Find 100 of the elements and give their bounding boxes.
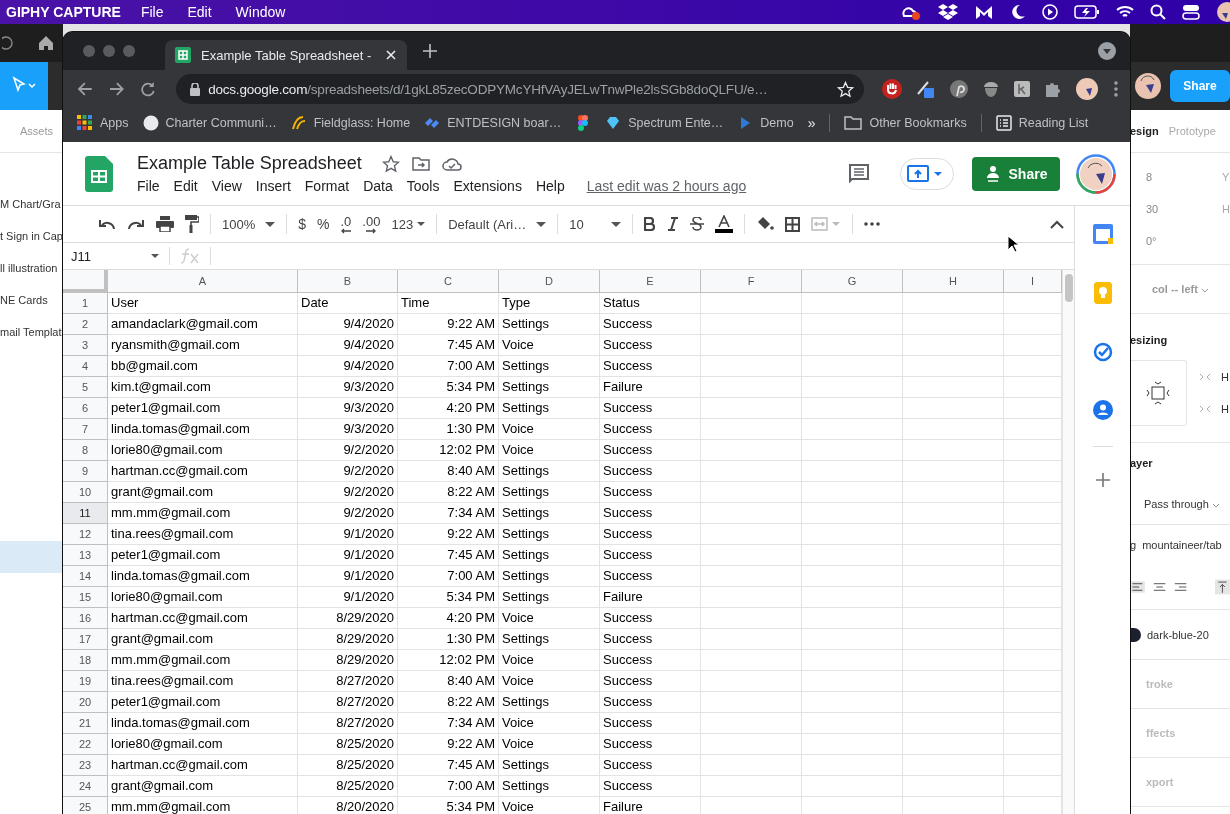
percent-format-button[interactable]: % (317, 216, 330, 232)
row-number[interactable]: 12 (63, 524, 108, 545)
align-top-icon[interactable] (1215, 577, 1230, 596)
avatar-icon[interactable] (1216, 1, 1230, 23)
text-color-icon[interactable] (715, 215, 734, 233)
column-header[interactable]: D (499, 270, 600, 293)
row-number[interactable]: 15 (63, 587, 108, 608)
layer-item[interactable]: M Chart/Gra (0, 188, 63, 220)
text-style-name[interactable]: mountaineer/tab (1142, 538, 1222, 551)
row-number[interactable]: 5 (63, 377, 108, 398)
reading-list-button[interactable]: Reading List (995, 115, 1089, 131)
column-header[interactable]: C (398, 270, 499, 293)
undo-icon[interactable] (98, 218, 116, 230)
corner-cell[interactable] (63, 270, 108, 293)
bookmark-folder[interactable]: Other Bookmarks (844, 116, 967, 130)
add-icon[interactable] (1096, 473, 1110, 487)
menu-item[interactable]: Extensions (453, 178, 522, 194)
bookmark[interactable]: Fieldglass: Home (290, 115, 411, 131)
bookmark[interactable]: Demo (737, 115, 794, 131)
zoom-select[interactable]: 100% (222, 216, 276, 232)
browser-tab[interactable]: Example Table Spreadsheet - (165, 40, 407, 70)
reload-icon[interactable] (140, 81, 157, 97)
row-number[interactable]: 3 (63, 335, 108, 356)
number-format-select[interactable]: 123 (391, 216, 426, 232)
menu-item[interactable]: Help (535, 178, 565, 194)
bookmark[interactable]: Apps (77, 115, 129, 131)
layer-item[interactable]: mail Templat (0, 316, 63, 348)
menu-item[interactable]: File (137, 178, 160, 194)
row-number[interactable]: 1 (63, 293, 108, 314)
menu-item[interactable]: Format (304, 178, 350, 194)
blend-mode-select[interactable]: Pass through (1130, 497, 1230, 510)
layer-item[interactable]: NE Cards (0, 284, 63, 316)
row-number[interactable]: 10 (63, 482, 108, 503)
home-icon[interactable] (38, 35, 54, 51)
close-icon[interactable] (385, 49, 397, 61)
window-button[interactable] (103, 45, 115, 57)
row-number[interactable]: 21 (63, 713, 108, 734)
row-number[interactable]: 13 (63, 545, 108, 566)
redo-icon[interactable] (127, 218, 145, 230)
menu-item[interactable]: Tools (406, 178, 440, 194)
row-number[interactable]: 19 (63, 671, 108, 692)
forward-icon[interactable] (108, 81, 125, 97)
row-number[interactable]: 14 (63, 566, 108, 587)
row-number[interactable]: 7 (63, 419, 108, 440)
panel-tab[interactable]: esign (1130, 125, 1159, 137)
merge-cells-icon[interactable] (811, 217, 842, 231)
toggle-icon[interactable] (1182, 4, 1200, 20)
bookmark[interactable]: Spectrum Ente… (605, 115, 724, 131)
rotation-value[interactable]: 0° (1146, 235, 1222, 247)
layer-item[interactable]: ll illustration (0, 252, 63, 284)
puzzle-icon[interactable] (1044, 80, 1063, 98)
pin-logo-icon[interactable] (950, 80, 969, 98)
row-number[interactable]: 16 (63, 608, 108, 629)
extension-icon[interactable] (1014, 81, 1031, 97)
acorn-icon[interactable] (982, 80, 1001, 98)
avatar-icon[interactable] (1135, 73, 1161, 99)
font-size-select[interactable]: 10 (569, 216, 622, 232)
row-number[interactable]: 18 (63, 650, 108, 671)
star-icon[interactable] (381, 154, 400, 173)
decrease-decimal-button[interactable]: .0 (340, 214, 352, 234)
italic-icon[interactable] (667, 217, 680, 231)
row-number[interactable]: 24 (63, 776, 108, 797)
column-header[interactable]: G (802, 270, 903, 293)
menu-item[interactable]: File (140, 4, 164, 20)
tasks-icon[interactable] (1093, 342, 1113, 362)
row-number[interactable]: 6 (63, 398, 108, 419)
avatar-icon[interactable] (1076, 78, 1099, 100)
row-number[interactable]: 11 (63, 503, 108, 524)
x-value[interactable]: 8 (1146, 171, 1222, 183)
comment-icon[interactable] (848, 162, 870, 185)
menu-item[interactable]: Insert (255, 178, 291, 194)
collapse-icon[interactable] (1050, 219, 1064, 229)
share-button[interactable]: Share (972, 156, 1060, 191)
more-icon[interactable] (1114, 81, 1118, 97)
wifi-icon[interactable] (1116, 5, 1134, 19)
fill-color-icon[interactable] (756, 216, 775, 232)
menu-item[interactable]: Edit (187, 4, 212, 20)
bookmark[interactable]: ENTDESIGN boar… (424, 115, 562, 131)
currency-format-button[interactable]: $ (298, 216, 307, 232)
play-icon[interactable] (1042, 4, 1058, 20)
calendar-icon[interactable] (1093, 224, 1113, 244)
cloud-check-icon[interactable] (441, 156, 462, 171)
row-number[interactable]: 4 (63, 356, 108, 377)
row-number[interactable]: 9 (63, 461, 108, 482)
search-icon[interactable] (1150, 4, 1166, 20)
window-button[interactable] (123, 45, 135, 57)
dropbox-icon[interactable] (938, 3, 958, 21)
increase-decimal-button[interactable]: .00 (362, 214, 381, 234)
menu-item[interactable]: Edit (173, 178, 198, 194)
moon-icon[interactable] (1010, 4, 1026, 20)
stop-hand-icon[interactable] (882, 79, 903, 99)
back-icon[interactable] (77, 81, 93, 97)
bookmark[interactable]: Charter Communi… (142, 115, 277, 131)
row-number[interactable]: 20 (63, 692, 108, 713)
row-number[interactable]: 17 (63, 629, 108, 650)
address-bar[interactable]: docs.google.com/spreadsheets/d/1gkL85zecODPYMcYHfVAyJELwTnwPle2lsSGb8doQLFU/e… (176, 74, 865, 104)
folder-move-icon[interactable] (411, 155, 430, 172)
paint-format-icon[interactable] (185, 215, 199, 233)
name-box[interactable]: J11 (71, 248, 159, 264)
tab-search-icon[interactable] (1098, 42, 1116, 60)
